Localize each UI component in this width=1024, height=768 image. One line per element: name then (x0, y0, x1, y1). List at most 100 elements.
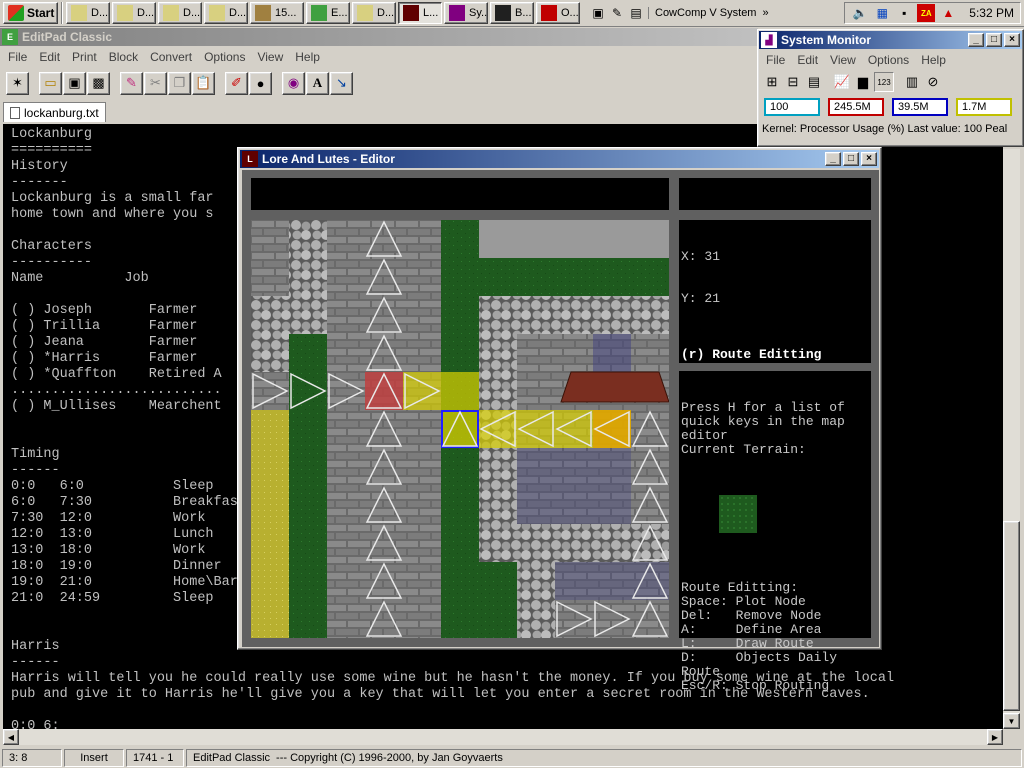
clock[interactable]: 5:32 PM (969, 6, 1014, 20)
game-app-icon: L (242, 151, 258, 167)
network-icon[interactable]: ▦ (873, 4, 891, 22)
new-file-icon[interactable]: ✶ (6, 71, 29, 95)
properties-icon[interactable]: ▤ (804, 72, 824, 92)
system-toolbar-label[interactable]: CowComp V System » (648, 7, 775, 19)
antivirus-icon[interactable]: ▲ (939, 4, 957, 22)
map-grass (479, 562, 517, 638)
scroll-thumb[interactable] (1003, 521, 1020, 711)
font-icon[interactable]: A (306, 71, 329, 95)
ep-menu-options[interactable]: Options (198, 50, 251, 64)
system-monitor-window: ▟ System Monitor _ □ × File Edit View Optio… (757, 29, 1024, 147)
always-on-top-icon[interactable]: ▥ (902, 72, 922, 92)
ep-menu-edit[interactable]: Edit (33, 50, 66, 64)
sm-menu-file[interactable]: File (760, 53, 791, 67)
taskbar-app-icon (495, 5, 511, 21)
file-info: 1741 - 1 (126, 749, 184, 767)
remove-item-icon[interactable]: ⊟ (783, 72, 803, 92)
horizontal-scrollbar[interactable]: ◀ ▶ (3, 729, 1003, 745)
line-chart-icon[interactable]: 📈 (832, 72, 852, 92)
bar-chart-icon[interactable]: ▆ (853, 72, 873, 92)
status-copyright: --- Copyright (C) 1996-2000, by Jan Goyv… (276, 752, 503, 764)
sm-menu-view[interactable]: View (824, 53, 862, 67)
taskbar-button[interactable]: E... (306, 2, 350, 24)
maximize-button[interactable]: □ (843, 152, 859, 166)
taskbar-button[interactable]: D... (112, 2, 156, 24)
highlight-icon[interactable]: ✐ (225, 71, 248, 95)
ep-menu-help[interactable]: Help (289, 50, 326, 64)
taskbar-button-label: E... (331, 7, 348, 19)
clear-icon[interactable]: ⊘ (923, 72, 943, 92)
start-button[interactable]: Start (3, 2, 58, 24)
wordwrap-icon[interactable]: ↘ (330, 71, 353, 95)
editor-titlebar[interactable]: L Lore And Lutes - Editor _ □ × (240, 150, 879, 168)
monitor-icon[interactable]: ▪ (895, 4, 913, 22)
taskbar-button-label: Sy... (469, 7, 488, 19)
cut-icon[interactable]: ✂ (144, 71, 167, 95)
quicklaunch-icon-3[interactable]: ▤ (627, 4, 645, 22)
status-app: EditPad Classic (193, 752, 271, 764)
ep-menu-view[interactable]: View (251, 50, 289, 64)
taskbar-button[interactable]: D... (352, 2, 396, 24)
volume-icon[interactable]: 🔈 (851, 4, 869, 22)
taskbar-app-icon (163, 5, 179, 21)
zonealarm-icon[interactable]: ZA (917, 4, 936, 22)
editor-body: X: 31 Y: 21 (r) Route Editting Press H f… (242, 170, 879, 693)
save-icon[interactable]: ▣ (63, 71, 86, 95)
taskbar-app-icon (403, 5, 419, 21)
sm-menu-options[interactable]: Options (862, 53, 915, 67)
minimize-button[interactable]: _ (968, 33, 984, 47)
save-all-icon[interactable]: ▩ (87, 71, 110, 95)
taskbar-button[interactable]: B... (490, 2, 534, 24)
open-folder-icon[interactable]: ▭ (39, 71, 62, 95)
map-cobble-wall (517, 562, 555, 638)
map-cobble-wall (479, 296, 669, 334)
toolbar-overflow-icon[interactable]: » (762, 7, 768, 19)
taskbar-button[interactable]: D... (204, 2, 248, 24)
map-water (593, 334, 631, 372)
sysmon-menubar: File Edit View Options Help (758, 50, 1023, 69)
route-selected (441, 410, 479, 448)
taskbar-button[interactable]: Sy... (444, 2, 488, 24)
taskbar-button[interactable]: 15... (250, 2, 304, 24)
ep-menu-convert[interactable]: Convert (144, 50, 198, 64)
map-canvas[interactable] (251, 220, 669, 638)
mode-label: (r) Route Editting (681, 347, 822, 362)
close-button[interactable]: × (1004, 33, 1020, 47)
vertical-scrollbar[interactable]: ▼ (1003, 149, 1020, 729)
sysmon-titlebar[interactable]: ▟ System Monitor _ □ × (759, 31, 1022, 49)
ep-menu-print[interactable]: Print (66, 50, 103, 64)
editpad-titlebar[interactable]: E EditPad Classic (0, 28, 758, 46)
ep-menu-file[interactable]: File (2, 50, 33, 64)
quicklaunch-icon-2[interactable]: ✎ (608, 4, 626, 22)
spellcheck-icon[interactable]: ◉ (282, 71, 305, 95)
scroll-down-icon[interactable]: ▼ (1003, 713, 1020, 729)
paste-icon[interactable]: 📋 (192, 71, 215, 95)
file-tab[interactable]: lockanburg.txt (3, 102, 106, 122)
ep-menu-block[interactable]: Block (103, 50, 144, 64)
eraser-icon[interactable]: ✎ (120, 71, 143, 95)
taskbar-button-label: D... (91, 7, 109, 19)
maximize-button[interactable]: □ (986, 33, 1002, 47)
numeric-view-icon[interactable]: 123 (874, 72, 894, 92)
document-icon (10, 106, 20, 119)
footprints-icon[interactable]: ● (249, 71, 272, 95)
quicklaunch-icon-1[interactable]: ▣ (589, 4, 607, 22)
route-help-text: Route Editting: Space: Plot Node Del: Re… (681, 580, 838, 693)
taskbar-button[interactable]: L... (398, 2, 442, 24)
map-stone-ledge (479, 220, 669, 258)
copy-icon[interactable]: ❐ (168, 71, 191, 95)
taskbar-button[interactable]: O... (536, 2, 580, 24)
taskbar-button[interactable]: D... (158, 2, 202, 24)
taskbar-app-icon (311, 5, 327, 21)
add-item-icon[interactable]: ⊞ (762, 72, 782, 92)
sm-menu-help[interactable]: Help (915, 53, 952, 67)
close-button[interactable]: × (861, 152, 877, 166)
minimize-button[interactable]: _ (825, 152, 841, 166)
scroll-right-icon[interactable]: ▶ (987, 729, 1003, 745)
taskbar-button[interactable]: D... (66, 2, 110, 24)
sm-menu-edit[interactable]: Edit (791, 53, 824, 67)
coord-x: X: 31 (681, 249, 721, 264)
map-sand (251, 410, 289, 638)
taskbar-app-icon (255, 5, 271, 21)
scroll-left-icon[interactable]: ◀ (3, 729, 19, 745)
